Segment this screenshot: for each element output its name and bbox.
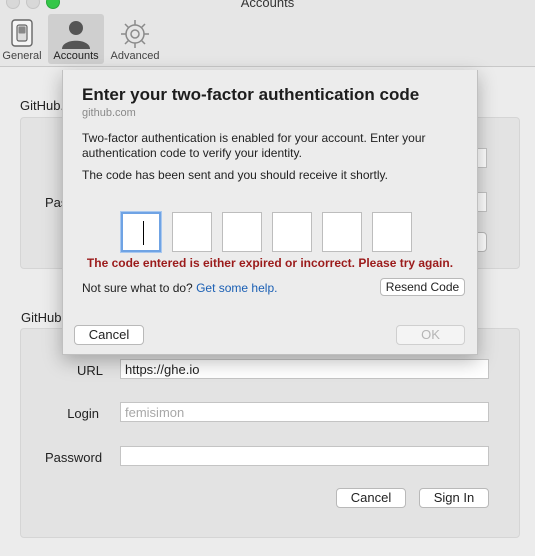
login-label: Login [67,406,99,421]
text-caret [143,221,144,245]
code-digit-6[interactable] [372,212,412,252]
window-title: Accounts [240,0,295,10]
ok-button[interactable]: OK [396,325,465,345]
resend-code-button[interactable]: Resend Code [380,278,465,296]
signin-button[interactable]: Sign In [419,488,489,508]
sheet-title: Enter your two-factor authentication cod… [82,85,420,104]
enterprise-cancel-button[interactable]: Cancel [336,488,406,508]
code-digit-3[interactable] [222,212,262,252]
tab-accounts[interactable]: Accounts [48,14,104,64]
help-text: Not sure what to do? [82,281,193,295]
code-digit-1[interactable] [121,212,161,252]
tab-general[interactable]: General [0,14,44,64]
password-field[interactable] [120,446,489,466]
two-factor-sheet: Enter your two-factor authentication cod… [62,70,478,355]
close-window-button[interactable] [6,0,20,9]
zoom-window-button[interactable] [46,0,60,9]
enterprise-panel: URL https://ghe.io Login femisimon Passw… [20,328,520,538]
sheet-subtitle: github.com [82,107,136,119]
url-label: URL [77,363,104,378]
preferences-toolbar: General Accounts Advanced [0,12,535,67]
tab-advanced-label: Advanced [110,50,160,62]
code-sent-message: The code has been sent and you should re… [82,168,388,182]
code-digit-5[interactable] [322,212,362,252]
error-message: The code entered is either expired or in… [86,256,454,270]
password-label: Password [45,450,103,465]
person-icon [62,21,90,49]
switch-icon [11,19,33,47]
minimize-window-button[interactable] [26,0,40,9]
tab-advanced[interactable]: Advanced [108,14,162,64]
login-field[interactable]: femisimon [120,402,489,422]
help-link[interactable]: Get some help. [196,281,277,295]
url-field[interactable]: https://ghe.io [120,359,489,379]
sheet-description: Two-factor authentication is enabled for… [82,131,426,160]
code-digit-2[interactable] [172,212,212,252]
code-digit-4[interactable] [272,212,312,252]
title-bar: Accounts [0,0,535,12]
tab-accounts-label: Accounts [53,50,99,62]
gear-icon [121,20,149,48]
sheet-cancel-button[interactable]: Cancel [74,325,144,345]
help-line: Not sure what to do? Get some help. [82,281,277,295]
tab-general-label: General [2,50,42,62]
